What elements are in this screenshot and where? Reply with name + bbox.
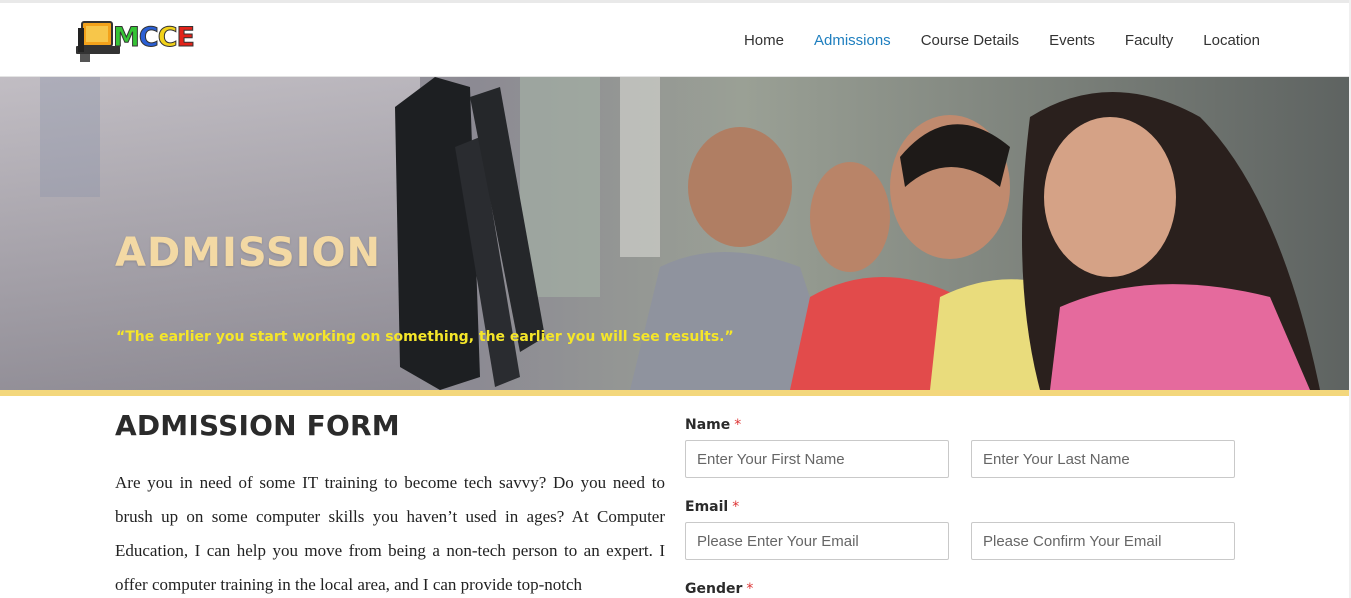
gender-label-text: Gender xyxy=(685,581,743,597)
confirm-email-input[interactable] xyxy=(971,522,1235,560)
hero-banner: ADMISSION “The earlier you start working… xyxy=(0,77,1351,390)
hero-quote: “The earlier you start working on someth… xyxy=(116,329,734,345)
email-label-text: Email xyxy=(685,499,729,515)
email-required-mark: * xyxy=(732,499,740,515)
name-label: Name * xyxy=(685,417,741,433)
site-header: MCCE Home Admissions Course Details Even… xyxy=(0,3,1351,77)
nav-home[interactable]: Home xyxy=(744,31,784,51)
name-required-mark: * xyxy=(734,417,742,433)
email-label: Email * xyxy=(685,499,739,515)
logo-text: MCCE xyxy=(113,22,196,54)
gender-label: Gender * xyxy=(685,581,753,597)
nav-course-details[interactable]: Course Details xyxy=(921,31,1019,51)
nav-faculty[interactable]: Faculty xyxy=(1125,31,1173,51)
email-input[interactable] xyxy=(685,522,949,560)
site-logo[interactable]: MCCE xyxy=(76,18,226,64)
hero-accent-bar xyxy=(0,390,1351,396)
name-label-text: Name xyxy=(685,417,731,433)
nav-location[interactable]: Location xyxy=(1203,31,1260,51)
gender-required-mark: * xyxy=(746,581,754,597)
main-nav: Home Admissions Course Details Events Fa… xyxy=(744,31,1260,51)
last-name-input[interactable] xyxy=(971,440,1235,478)
admission-form-heading: ADMISSION FORM xyxy=(115,409,400,442)
hero-title: ADMISSION xyxy=(115,230,382,276)
intro-paragraph: Are you in need of some IT training to b… xyxy=(115,473,665,594)
nav-events[interactable]: Events xyxy=(1049,31,1095,51)
nav-admissions[interactable]: Admissions xyxy=(814,31,891,51)
first-name-input[interactable] xyxy=(685,440,949,478)
